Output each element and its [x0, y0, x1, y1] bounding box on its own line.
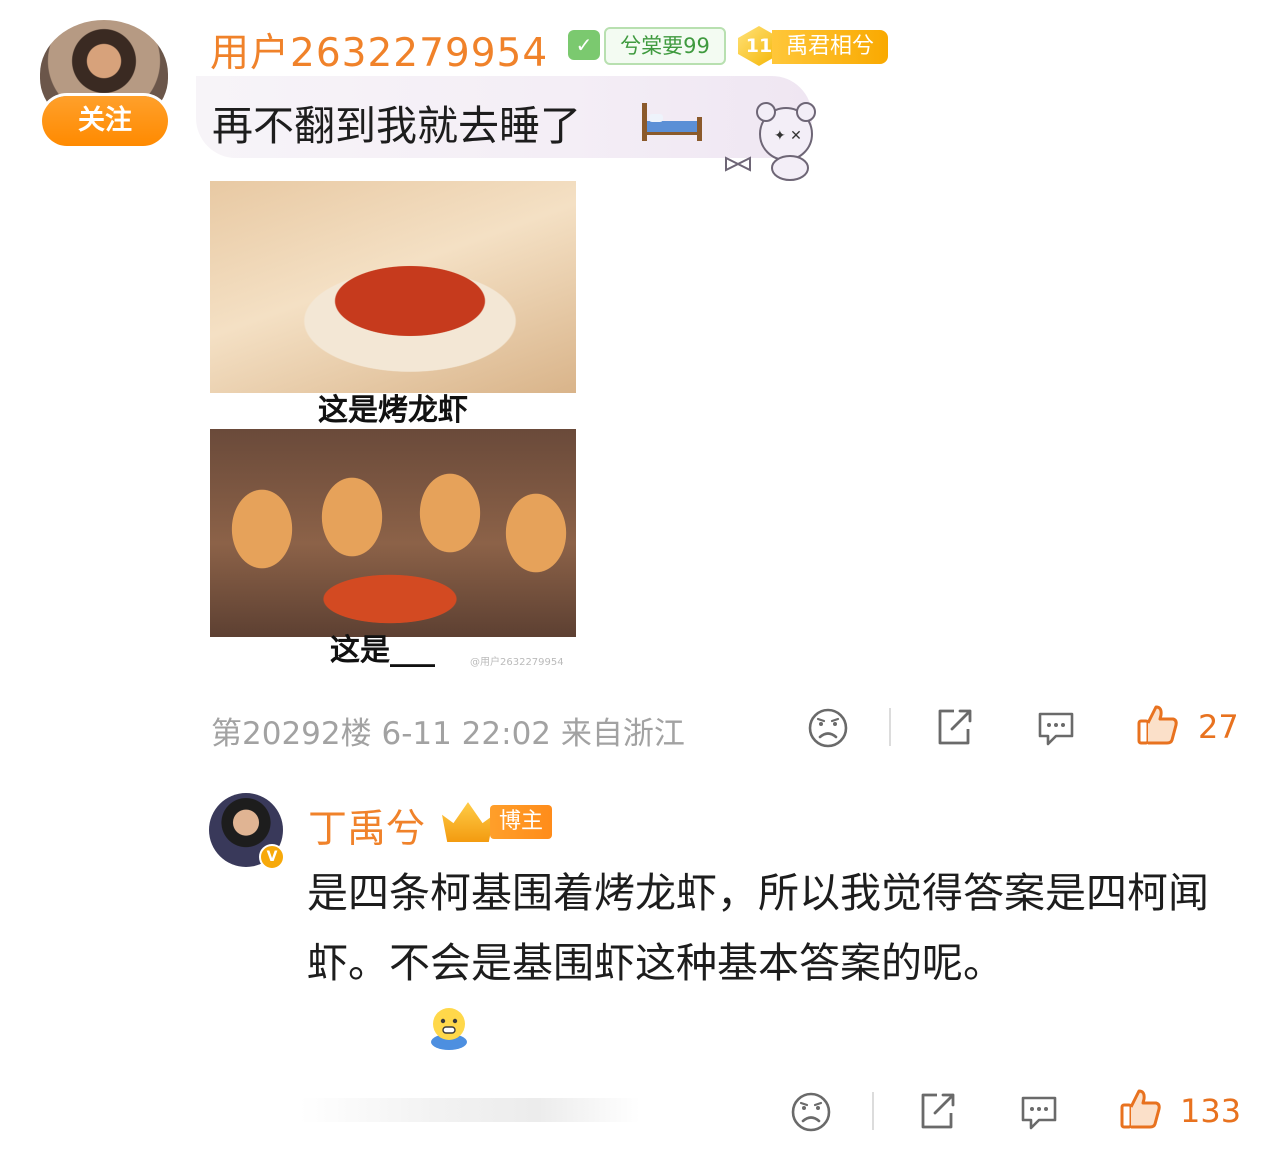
bed-icon	[642, 103, 702, 141]
comment-meta: 第20292楼 6-11 22:02 来自浙江	[211, 716, 685, 752]
fan-badge[interactable]: 兮棠要99	[604, 27, 726, 65]
corgis-lobster-image	[210, 429, 576, 637]
lobster-image	[210, 181, 576, 393]
thumbs-up-icon[interactable]	[1119, 1087, 1163, 1131]
meme-watermark: @用户2632279954	[470, 657, 564, 668]
sad-face-icon[interactable]	[789, 1090, 833, 1134]
like-count: 27	[1198, 708, 1239, 746]
meme-caption-top: 这是烤龙虾	[318, 393, 468, 428]
share-icon[interactable]	[932, 705, 976, 749]
meme-caption-bottom: 这是___	[330, 633, 435, 668]
thumbs-up-icon[interactable]	[1136, 703, 1180, 747]
share-icon[interactable]	[915, 1089, 959, 1133]
check-badge-icon: ✓	[568, 30, 600, 60]
comment-icon[interactable]	[1034, 706, 1078, 750]
comment-text: 再不翻到我就去睡了	[212, 102, 581, 150]
action-divider	[872, 1092, 874, 1130]
emoji-icon	[431, 1008, 467, 1050]
svg-text:✦ ✕: ✦ ✕	[774, 128, 802, 144]
bear-sticker-icon: ✦ ✕	[725, 102, 816, 181]
level-badge[interactable]: 禹君相兮	[772, 30, 888, 64]
reply-like-count: 133	[1180, 1092, 1242, 1130]
meme-image[interactable]: 这是烤龙虾 这是___ @用户2632279954	[210, 181, 576, 669]
reply-text: 是四条柯基围着烤龙虾，所以我觉得答案是四柯闻虾。不会是基围虾这种基本答案的呢。	[307, 869, 1209, 987]
username[interactable]: 用户2632279954	[210, 22, 548, 78]
crown-icon	[442, 802, 494, 842]
comment-icon[interactable]	[1017, 1090, 1061, 1134]
sad-face-icon[interactable]	[806, 706, 850, 750]
verified-badge-icon: V	[259, 844, 285, 870]
follow-button[interactable]: 关注	[42, 96, 168, 146]
reply-meta-blurred	[300, 1098, 640, 1122]
host-badge: 博主	[490, 805, 552, 839]
action-divider	[889, 708, 891, 746]
reply-username[interactable]: 丁禹兮	[308, 798, 425, 854]
